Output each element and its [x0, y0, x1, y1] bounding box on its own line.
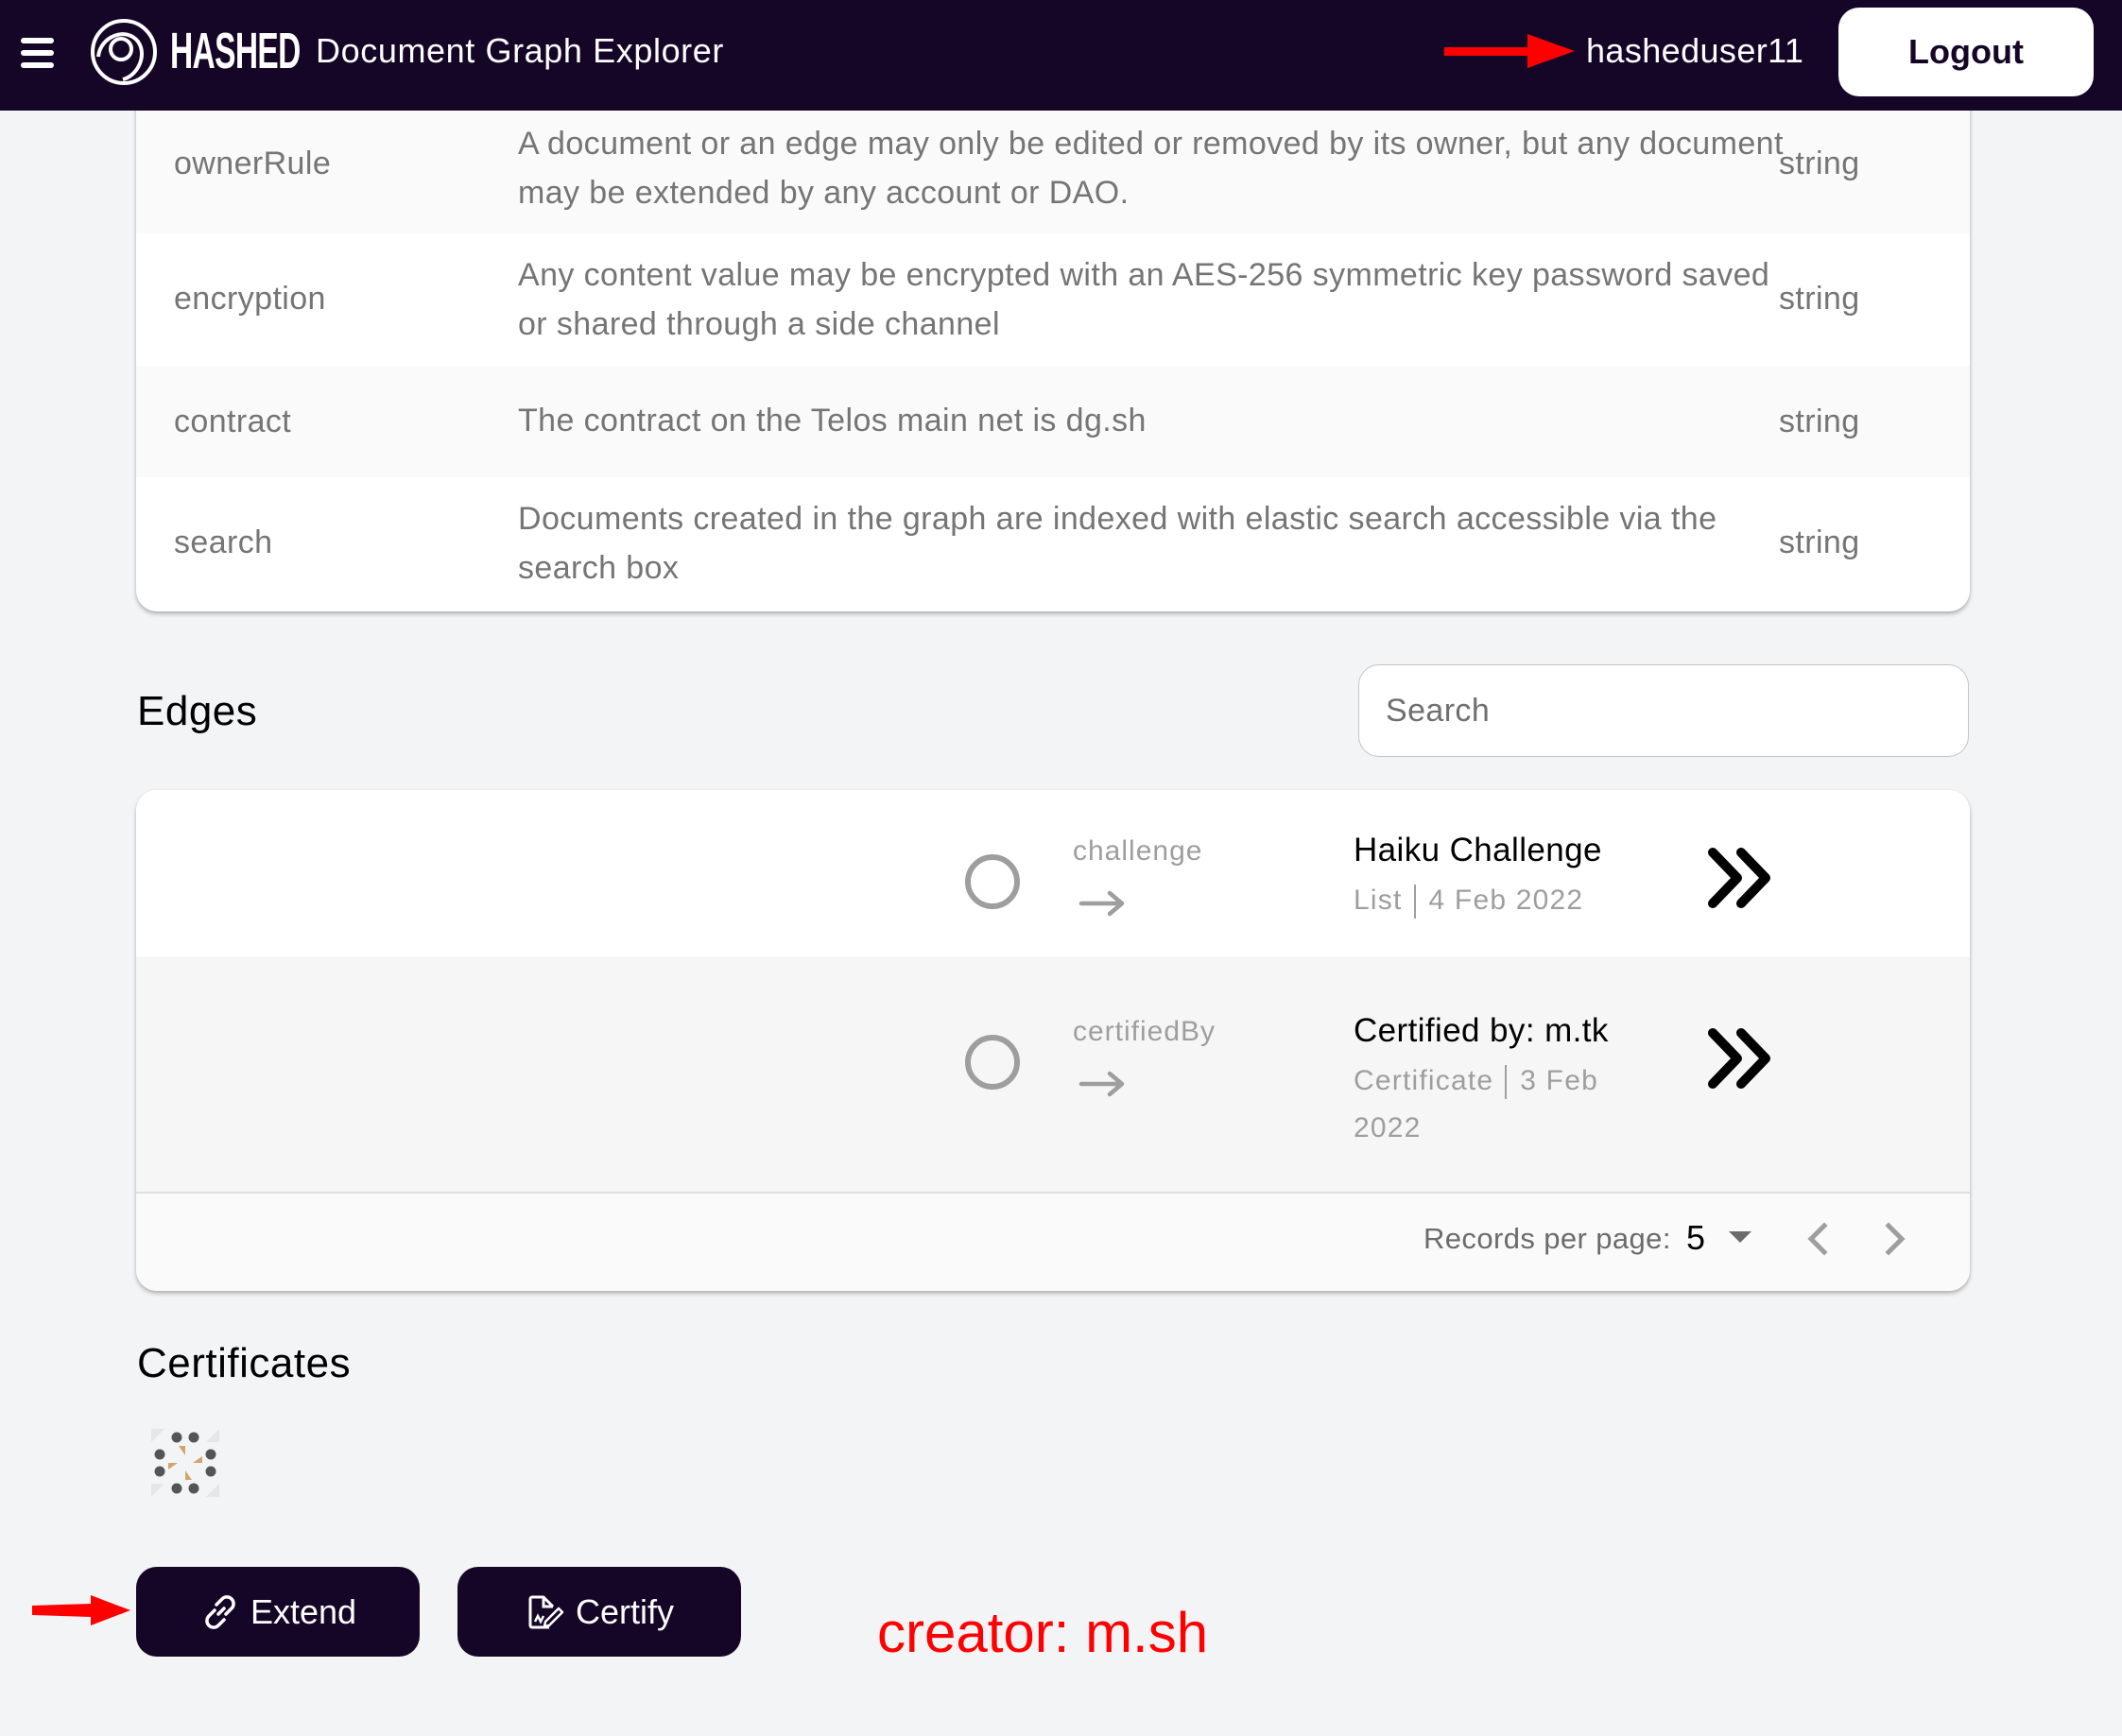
- app-header: HASHED Document Graph Explorer hasheduse…: [0, 0, 2122, 111]
- edge-doc-type: Certificate: [1354, 1065, 1494, 1096]
- hamburger-icon[interactable]: [21, 38, 55, 68]
- chevron-left-icon[interactable]: [1803, 1220, 1832, 1258]
- creator-annotation: creator: m.sh: [877, 1601, 1209, 1664]
- arrow-right-icon: [1078, 890, 1125, 917]
- hashed-logo-icon: [91, 19, 157, 85]
- username: hasheduser11: [1586, 31, 1804, 70]
- hamburger-line: [21, 38, 54, 43]
- chevron-right-icon[interactable]: [1881, 1220, 1909, 1258]
- edge-doc-type: List: [1354, 885, 1403, 916]
- edge-target-title: Haiku Challenge: [1354, 832, 1602, 868]
- attribute-type: string: [1779, 404, 1860, 439]
- records-per-page-select[interactable]: 5: [1686, 1218, 1705, 1258]
- caret-down-icon[interactable]: [1729, 1231, 1751, 1243]
- attribute-row: encryption Any content value may be encr…: [136, 233, 1970, 366]
- attribute-type: string: [1779, 524, 1860, 560]
- certificates-title: Certificates: [137, 1340, 352, 1386]
- link-icon: [205, 1594, 235, 1629]
- pagination-bar: Records per page: 5: [136, 1192, 1970, 1291]
- brand-name: HASHED: [170, 23, 301, 79]
- edge-target-meta: Certificate 3 Feb 2022: [1354, 1057, 1637, 1152]
- extend-button[interactable]: Extend: [136, 1567, 420, 1657]
- edges-search-input[interactable]: [1358, 664, 1969, 757]
- edge-date: 4 Feb 2022: [1428, 885, 1584, 916]
- edge-name: certifiedBy: [1073, 1016, 1216, 1047]
- attribute-description: Any content value may be encrypted with …: [518, 257, 1770, 342]
- attribute-type: string: [1779, 146, 1860, 181]
- edge-row[interactable]: challenge Haiku Challenge List 4 Feb 2022: [136, 790, 1970, 957]
- hamburger-line: [21, 50, 54, 56]
- attribute-description: The contract on the Telos main net is dg…: [518, 403, 1147, 438]
- red-arrow-annotation-icon: [1444, 34, 1575, 68]
- separator: [1413, 885, 1416, 920]
- edge-name: challenge: [1073, 835, 1203, 867]
- double-chevron-right-icon[interactable]: [1705, 845, 1777, 911]
- edge-target-meta: List 4 Feb 2022: [1354, 877, 1637, 924]
- extend-label: Extend: [250, 1591, 357, 1631]
- attribute-key: search: [174, 524, 273, 560]
- edges-table: challenge Haiku Challenge List 4 Feb 2022…: [136, 790, 1970, 1291]
- edge-target-title: Certified by: m.tk: [1354, 1012, 1609, 1049]
- attributes-table: ownerRule A document or an edge may only…: [136, 76, 1970, 611]
- attribute-type: string: [1779, 281, 1860, 317]
- certify-label: Certify: [575, 1591, 674, 1631]
- edges-title: Edges: [137, 688, 258, 734]
- red-arrow-annotation-icon: [32, 1595, 130, 1625]
- hamburger-line: [21, 62, 54, 68]
- attribute-row: search Documents created in the graph ar…: [136, 477, 1970, 611]
- logout-button[interactable]: Logout: [1838, 8, 2094, 96]
- attribute-key: ownerRule: [174, 146, 332, 181]
- node-circle-icon: [965, 1035, 1020, 1090]
- attribute-description: A document or an edge may only be edited…: [518, 126, 1784, 211]
- node-circle-icon: [965, 854, 1020, 909]
- document-sign-icon: [528, 1595, 564, 1628]
- attribute-row: contract The contract on the Telos main …: [136, 366, 1970, 477]
- double-chevron-right-icon[interactable]: [1705, 1025, 1777, 1091]
- attribute-key: encryption: [174, 281, 326, 317]
- certify-button[interactable]: Certify: [457, 1567, 741, 1657]
- separator: [1505, 1065, 1508, 1100]
- arrow-right-icon: [1078, 1071, 1125, 1097]
- attribute-key: contract: [174, 404, 292, 439]
- app-title: Document Graph Explorer: [316, 31, 724, 70]
- attribute-description: Documents created in the graph are index…: [518, 501, 1717, 586]
- identicon-avatar[interactable]: [151, 1429, 219, 1497]
- records-per-page-label: Records per page:: [1423, 1222, 1671, 1255]
- edge-row[interactable]: certifiedBy Certified by: m.tk Certifica…: [136, 957, 1970, 1192]
